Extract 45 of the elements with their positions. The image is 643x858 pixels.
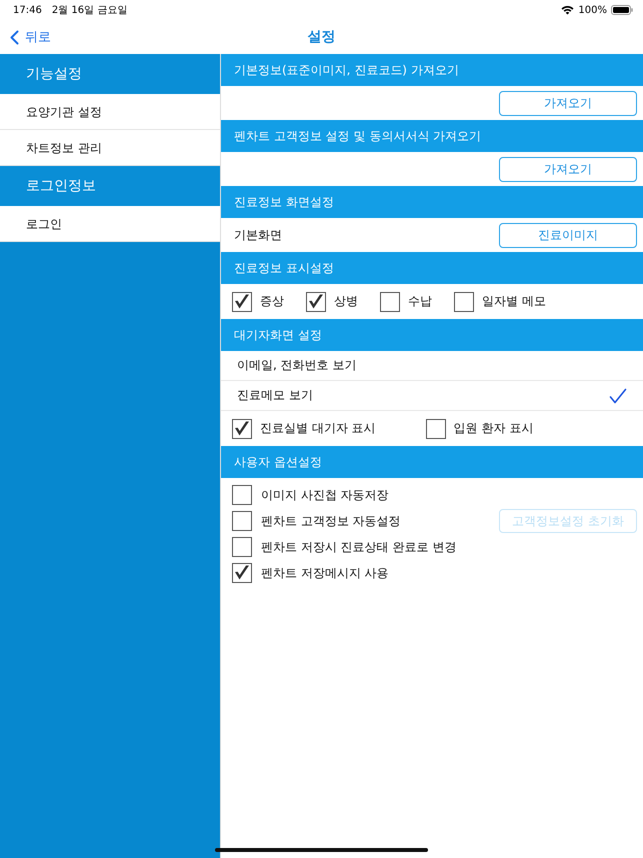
checkbox-label: 펜차트 고객정보 자동설정 (261, 512, 401, 530)
checkbox[interactable] (380, 292, 400, 312)
battery-icon (611, 5, 633, 15)
checkbox[interactable] (232, 292, 252, 312)
battery-percent: 100% (578, 4, 607, 16)
wifi-icon (561, 5, 574, 15)
section-header: 펜차트 고객정보 설정 및 동의서서식 가져오기 (221, 120, 643, 152)
checkbox-label: 진료실별 대기자 표시 (260, 420, 376, 437)
checkbox[interactable] (306, 292, 326, 312)
checkbox-label: 상병 (334, 293, 358, 310)
checkbox[interactable] (232, 485, 252, 505)
checkbox[interactable] (232, 418, 252, 438)
option-label[interactable]: 이메일, 전화번호 보기 (237, 357, 356, 374)
checkbox[interactable] (232, 511, 252, 531)
checkbox[interactable] (232, 537, 252, 557)
section-header: 진료정보 화면설정 (221, 186, 643, 218)
checkbox-label: 수납 (408, 293, 432, 310)
checkbox-label: 입원 환자 표시 (454, 420, 534, 437)
checkbox[interactable] (454, 292, 474, 312)
section-header: 기본정보(표준이미지, 진료코드) 가져오기 (221, 54, 643, 86)
option-label[interactable]: 진료메모 보기 (237, 387, 313, 404)
checkbox-label: 증상 (260, 293, 284, 310)
checkbox-label: 펜차트 저장메시지 사용 (261, 564, 389, 582)
sidebar-item[interactable]: 차트정보 관리 (0, 130, 220, 166)
checkbox[interactable] (232, 563, 252, 583)
section-header: 진료정보 표시설정 (221, 252, 643, 284)
section-header: 사용자 옵션설정 (221, 446, 643, 478)
checkbox[interactable] (426, 418, 446, 438)
status-date: 2월 16일 금요일 (52, 4, 128, 17)
action-button[interactable]: 진료이미지 (499, 222, 637, 248)
checkbox-label: 펜차트 저장시 진료상태 완료로 변경 (261, 538, 456, 556)
checkbox-label: 이미지 사진첩 자동저장 (261, 486, 389, 504)
action-button[interactable]: 가져오기 (499, 90, 637, 116)
sidebar-header: 로그인정보 (0, 166, 220, 206)
row-label: 기본화면 (234, 226, 282, 244)
page-title: 설정 (308, 28, 336, 46)
action-button[interactable]: 가져오기 (499, 156, 637, 182)
sidebar-item[interactable]: 로그인 (0, 206, 220, 242)
sidebar-item[interactable]: 요양기관 설정 (0, 94, 220, 130)
checkbox-label: 일자별 메모 (482, 293, 546, 310)
back-button[interactable]: 뒤로 (10, 28, 51, 46)
status-time: 17:46 (13, 4, 42, 16)
back-chevron-icon (10, 30, 19, 44)
sidebar-header: 기능설정 (0, 54, 220, 94)
section-header: 대기자화면 설정 (221, 319, 643, 351)
